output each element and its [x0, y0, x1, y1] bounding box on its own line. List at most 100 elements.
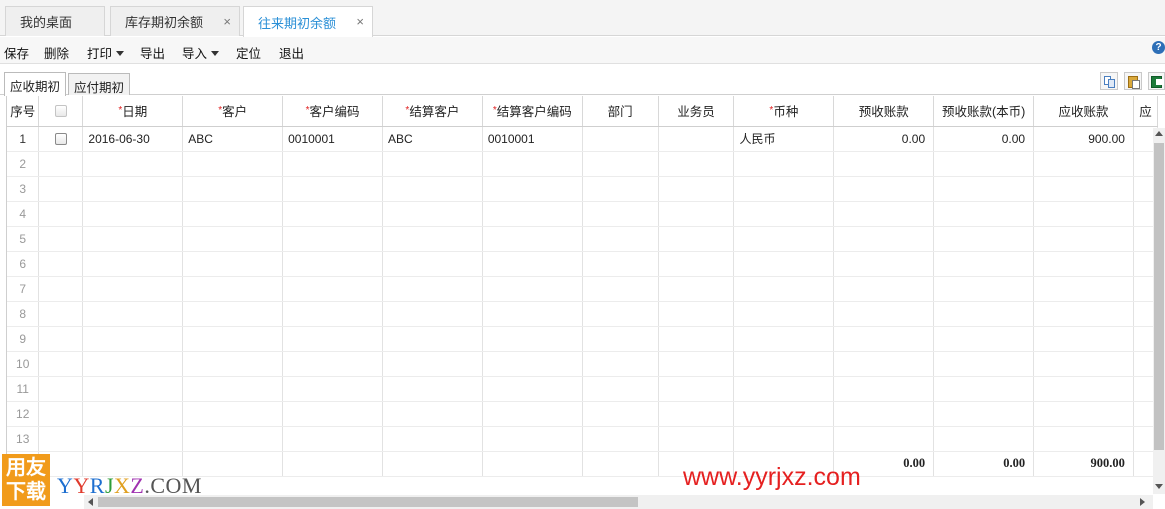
cell-settle-customer[interactable] — [382, 176, 483, 202]
cell-date[interactable] — [82, 401, 184, 427]
cell-customer-code[interactable] — [282, 351, 383, 377]
row-select-cell[interactable] — [38, 326, 84, 352]
column-header[interactable]: *日期 — [82, 96, 184, 127]
cell-advance-local[interactable] — [933, 151, 1035, 177]
scroll-left-icon[interactable] — [88, 498, 93, 506]
cell-currency[interactable] — [733, 151, 835, 177]
cell-date[interactable] — [82, 301, 184, 327]
print-button[interactable]: 打印 — [87, 43, 125, 62]
column-header[interactable]: 部门 — [582, 96, 659, 127]
row-select-cell[interactable] — [38, 151, 84, 177]
cell-advance[interactable] — [833, 326, 935, 352]
cell-advance[interactable] — [833, 151, 935, 177]
cell-date[interactable] — [82, 151, 184, 177]
cell-currency[interactable] — [733, 226, 835, 252]
cell-salesman[interactable] — [658, 376, 735, 402]
cell-date[interactable]: 2016-06-30 — [82, 126, 184, 152]
vertical-scroll-thumb[interactable] — [1154, 143, 1164, 450]
cell-settle-code[interactable] — [482, 176, 583, 202]
row-select-cell[interactable] — [38, 276, 84, 302]
row-select-cell[interactable] — [38, 176, 84, 202]
row-select-cell[interactable] — [38, 351, 84, 377]
cell-salesman[interactable] — [658, 426, 735, 452]
cell-customer[interactable]: ABC — [182, 126, 284, 152]
cell-dept[interactable] — [582, 251, 659, 277]
cell-salesman[interactable] — [658, 276, 735, 302]
row-select-cell[interactable] — [38, 301, 84, 327]
column-header[interactable]: *结算客户 — [382, 96, 483, 127]
cell-advance[interactable] — [833, 301, 935, 327]
scroll-up-icon[interactable] — [1155, 131, 1163, 136]
cell-settle-code[interactable] — [482, 301, 583, 327]
select-all-header[interactable] — [38, 96, 84, 127]
cell-advance[interactable] — [833, 251, 935, 277]
cell-settle-customer[interactable] — [382, 226, 483, 252]
cell-receivable[interactable] — [1033, 276, 1134, 302]
cell-customer[interactable] — [182, 426, 284, 452]
row-select-cell[interactable] — [38, 251, 84, 277]
cell-currency[interactable] — [733, 251, 835, 277]
cell-settle-customer[interactable] — [382, 376, 483, 402]
cell-customer-code[interactable] — [282, 426, 383, 452]
column-header[interactable]: 预收账款(本币) — [933, 96, 1035, 127]
import-button[interactable]: 导入 — [182, 43, 220, 62]
cell-customer-code[interactable] — [282, 226, 383, 252]
cell-settle-customer[interactable] — [382, 351, 483, 377]
delete-button[interactable]: 删除 — [44, 43, 69, 62]
cell-settle-customer[interactable] — [382, 151, 483, 177]
locate-button[interactable]: 定位 — [236, 43, 261, 62]
row-select-cell[interactable] — [38, 201, 84, 227]
cell-settle-code[interactable] — [482, 326, 583, 352]
cell-settle-code[interactable] — [482, 226, 583, 252]
cell-advance-local[interactable]: 0.00 — [933, 126, 1035, 152]
cell-date[interactable] — [82, 251, 184, 277]
help-icon[interactable]: ? — [1152, 41, 1165, 54]
row-select-cell[interactable] — [38, 226, 84, 252]
cell-customer[interactable] — [182, 351, 284, 377]
cell-customer-code[interactable] — [282, 326, 383, 352]
paste-icon[interactable] — [1124, 72, 1142, 90]
cell-customer-code[interactable] — [282, 301, 383, 327]
cell-customer-code[interactable]: 0010001 — [282, 126, 383, 152]
cell-settle-customer[interactable] — [382, 301, 483, 327]
cell-advance[interactable] — [833, 201, 935, 227]
cell-settle-customer[interactable] — [382, 251, 483, 277]
cell-advance[interactable] — [833, 401, 935, 427]
cell-currency[interactable] — [733, 426, 835, 452]
cell-advance[interactable]: 0.00 — [833, 126, 935, 152]
column-header[interactable]: *币种 — [733, 96, 835, 127]
cell-customer[interactable] — [182, 301, 284, 327]
column-header[interactable]: 应收账款 — [1033, 96, 1134, 127]
table-row[interactable]: 11 — [7, 376, 1158, 402]
cell-customer-code[interactable] — [282, 176, 383, 202]
cell-dept[interactable] — [582, 376, 659, 402]
cell-settle-code[interactable] — [482, 151, 583, 177]
cell-dept[interactable] — [582, 176, 659, 202]
column-header[interactable]: *客户 — [182, 96, 284, 127]
cell-dept[interactable] — [582, 201, 659, 227]
cell-currency[interactable]: 人民币 — [733, 126, 835, 152]
cell-dept[interactable] — [582, 276, 659, 302]
cell-advance-local[interactable] — [933, 401, 1035, 427]
cell-salesman[interactable] — [658, 326, 735, 352]
cell-salesman[interactable] — [658, 151, 735, 177]
cell-advance[interactable] — [833, 351, 935, 377]
cell-advance[interactable] — [833, 426, 935, 452]
cell-date[interactable] — [82, 426, 184, 452]
column-header[interactable]: *结算客户编码 — [482, 96, 583, 127]
scroll-right-icon[interactable] — [1140, 498, 1145, 506]
cell-receivable[interactable]: 900.00 — [1033, 126, 1134, 152]
cell-dept[interactable] — [582, 426, 659, 452]
cell-dept[interactable] — [582, 326, 659, 352]
tab-receivable-opening[interactable]: 应收期初 — [4, 72, 67, 96]
tab-current-accounts-opening-balance[interactable]: 往来期初余额 × — [243, 6, 373, 37]
cell-customer[interactable] — [182, 201, 284, 227]
cell-customer[interactable] — [182, 376, 284, 402]
cell-customer-code[interactable] — [282, 151, 383, 177]
cell-currency[interactable] — [733, 401, 835, 427]
cell-date[interactable] — [82, 201, 184, 227]
cell-settle-code[interactable] — [482, 426, 583, 452]
table-row[interactable]: 2 — [7, 151, 1158, 177]
column-header[interactable]: *客户编码 — [282, 96, 383, 127]
close-icon[interactable]: × — [223, 14, 231, 29]
